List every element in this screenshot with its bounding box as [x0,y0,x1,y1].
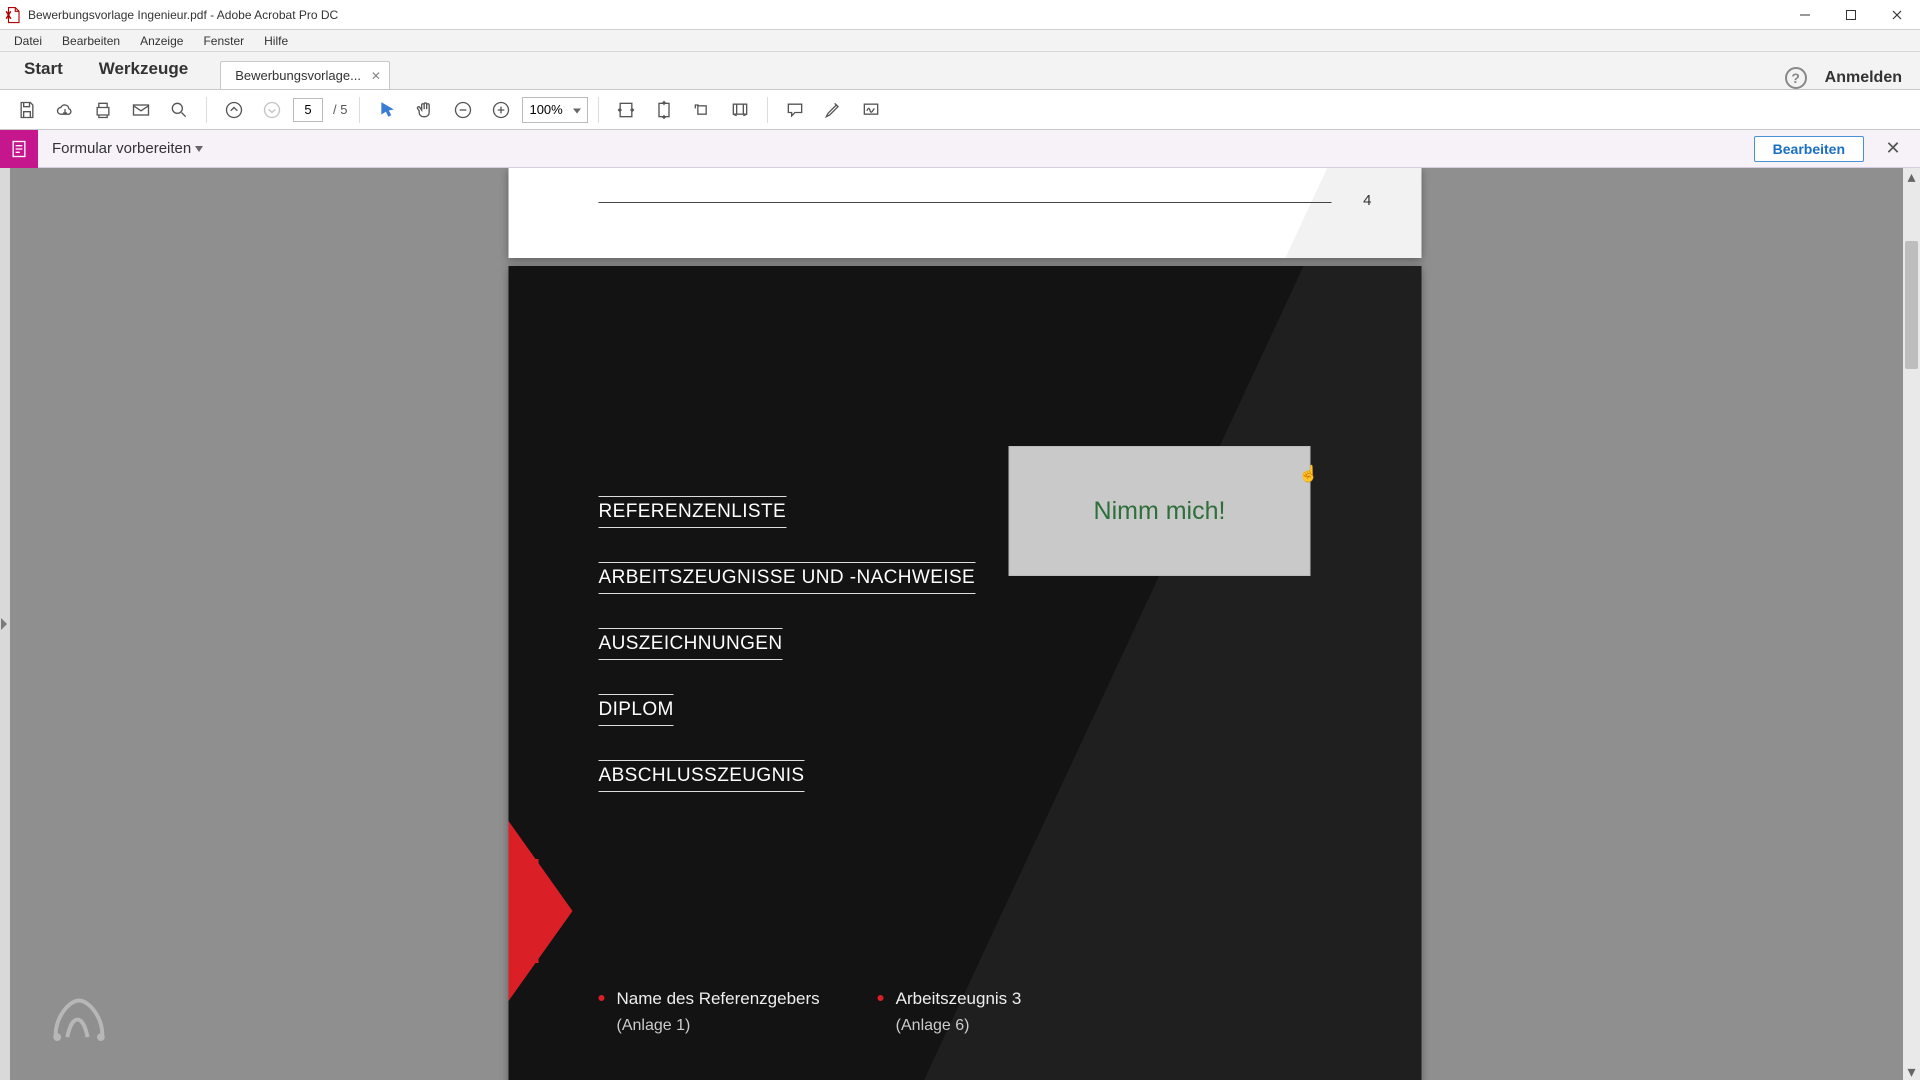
search-icon[interactable] [162,93,196,127]
chevron-right-icon [1,618,7,630]
app-icon [4,6,22,24]
window-title: Bewerbungsvorlage Ingenieur.pdf - Adobe … [28,8,338,22]
save-icon[interactable] [10,93,44,127]
scrollbar-thumb[interactable] [1905,241,1918,369]
main-toolbar: / 5 100% [0,90,1920,130]
hand-tool-icon[interactable] [408,93,442,127]
list-item-sub: (Anlage 6) [896,1017,970,1034]
section-heading: REFERENZENLISTE [599,496,787,528]
form-field-tooltip[interactable]: Nimm mich! [1009,446,1311,576]
page-number-input[interactable] [293,98,323,122]
list-item: Arbeitszeugnis 3 (Anlage 6) [878,986,1022,1038]
window-titlebar: Bewerbungsvorlage Ingenieur.pdf - Adobe … [0,0,1920,30]
menu-anzeige[interactable]: Anzeige [130,32,193,50]
section-heading: ABSCHLUSSZEUGNIS [599,760,805,792]
scroll-down-icon[interactable]: ▾ [1903,1063,1920,1080]
section-heading: DIPLOM [599,694,674,726]
decorative-arrow-icon [509,821,573,1001]
section-heading: ARBEITSZEUGNISSE UND -NACHWEISE [599,562,976,594]
page-number-label: 4 [1363,192,1371,209]
menu-hilfe[interactable]: Hilfe [254,32,298,50]
comment-icon[interactable] [778,93,812,127]
form-tool-bar: Formular vorbereiten Bearbeiten ✕ [0,130,1920,168]
edit-button[interactable]: Bearbeiten [1754,136,1864,162]
form-tool-name-label: Formular vorbereiten [52,140,191,157]
fit-page-icon[interactable] [647,93,681,127]
zoom-level-value: 100% [529,102,562,117]
menubar: Datei Bearbeiten Anzeige Fenster Hilfe [0,30,1920,52]
rotate-icon[interactable] [685,93,719,127]
toolbar-separator [767,97,768,123]
scroll-up-icon[interactable]: ▴ [1903,168,1920,185]
menu-bearbeiten[interactable]: Bearbeiten [52,32,130,50]
window-maximize-button[interactable] [1828,0,1874,30]
zoom-in-icon[interactable] [484,93,518,127]
toolbar-separator [359,97,360,123]
print-icon[interactable] [86,93,120,127]
tabstrip: Start Werkzeuge Bewerbungsvorlage... ✕ ?… [0,52,1920,90]
signin-link[interactable]: Anmelden [1825,69,1902,87]
form-tool-name-dropdown[interactable]: Formular vorbereiten [38,140,209,157]
pdf-page-current: REFERENZENLISTE ARBEITSZEUGNISSE UND -NA… [509,266,1422,1080]
tab-tools[interactable]: Werkzeuge [81,51,206,89]
toolbar-separator [598,97,599,123]
tab-start[interactable]: Start [6,51,81,89]
window-close-button[interactable] [1874,0,1920,30]
menu-datei[interactable]: Datei [4,32,52,50]
document-tab[interactable]: Bewerbungsvorlage... ✕ [220,61,390,89]
chevron-down-icon [195,146,203,152]
cloud-icon[interactable] [48,93,82,127]
mail-icon[interactable] [124,93,158,127]
section-heading: AUSZEICHNUNGEN [599,628,783,660]
close-tool-icon[interactable]: ✕ [1880,138,1906,159]
page-up-icon[interactable] [217,93,251,127]
list-item-sub: (Anlage 1) [617,1017,691,1034]
menu-fenster[interactable]: Fenster [193,32,254,50]
zoom-out-icon[interactable] [446,93,480,127]
list-item-title: Arbeitszeugnis 3 [896,989,1022,1008]
nav-pane-expand-handle[interactable] [0,168,10,1080]
pointer-cursor-icon: ☝ [1299,464,1319,484]
document-tab-close-icon[interactable]: ✕ [371,70,381,82]
highlight-icon[interactable] [816,93,850,127]
page-total-label: / 5 [327,102,349,117]
window-minimize-button[interactable] [1782,0,1828,30]
zoom-level-select[interactable]: 100% [522,97,588,123]
toolbar-separator [206,97,207,123]
pdf-page-previous: 4 [509,168,1422,258]
document-viewport[interactable]: 4 REFERENZENLISTE ARBEITSZEUGNISSE UND -… [10,168,1920,1080]
read-mode-icon[interactable] [723,93,757,127]
page-down-icon [255,93,289,127]
list-item: Name des Referenzgebers (Anlage 1) [599,986,820,1038]
list-item-title: Name des Referenzgebers [617,989,820,1008]
watermark-icon [40,987,118,1058]
document-tab-label: Bewerbungsvorlage... [235,68,361,83]
signature-icon[interactable] [854,93,888,127]
form-tool-badge-icon[interactable] [0,130,38,168]
vertical-scrollbar[interactable]: ▴ ▾ [1903,168,1920,1080]
help-icon[interactable]: ? [1785,67,1807,89]
selection-tool-icon[interactable] [370,93,404,127]
tooltip-text: Nimm mich! [1094,497,1226,526]
fit-width-icon[interactable] [609,93,643,127]
attachment-columns: Name des Referenzgebers (Anlage 1) Arbei… [599,986,1022,1038]
